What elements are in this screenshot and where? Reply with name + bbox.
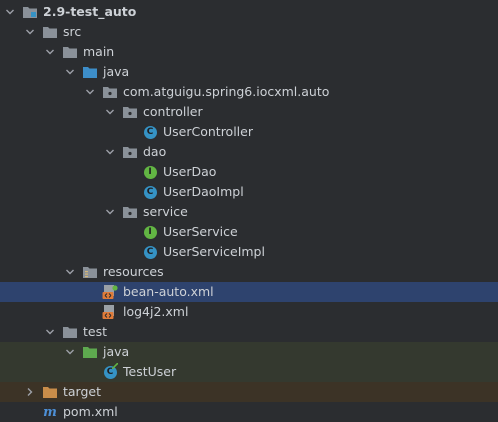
project-tree: 2.9-test_auto src main java com.atguigu.… (0, 0, 498, 420)
log4j2-xml-label: log4j2.xml (123, 304, 189, 319)
resources-label: resources (103, 264, 164, 279)
user-controller-label: UserController (163, 124, 253, 139)
tree-row-main[interactable]: main (0, 42, 498, 62)
tree-row-user-service[interactable]: I UserService (0, 222, 498, 242)
main-label: main (83, 44, 115, 59)
package-icon (122, 204, 138, 220)
tree-row-main-java[interactable]: java (0, 62, 498, 82)
chevron-down-icon[interactable] (64, 266, 76, 278)
tree-row-user-service-impl[interactable]: C UserServiceImpl (0, 242, 498, 262)
chevron-down-icon[interactable] (84, 86, 96, 98)
interface-icon: I (142, 224, 158, 240)
chevron-down-icon[interactable] (24, 26, 36, 38)
module-folder-icon (22, 4, 38, 20)
tree-row-test-java[interactable]: java (0, 342, 498, 362)
maven-icon: m (43, 404, 57, 420)
tree-row-resources[interactable]: resources (0, 262, 498, 282)
test-class-icon: C (102, 363, 118, 380)
chevron-down-icon[interactable] (64, 346, 76, 358)
folder-icon (62, 324, 78, 340)
user-service-label: UserService (163, 224, 238, 239)
test-source-folder-icon (82, 344, 98, 360)
bean-auto-xml-label: bean-auto.xml (123, 284, 214, 299)
chevron-down-icon[interactable] (104, 106, 116, 118)
user-dao-label: UserDao (163, 164, 217, 179)
src-label: src (63, 24, 82, 39)
tree-row-user-dao[interactable]: I UserDao (0, 162, 498, 182)
package-icon (102, 84, 118, 100)
tree-row-dao[interactable]: dao (0, 142, 498, 162)
controller-label: controller (143, 104, 203, 119)
tree-row-controller[interactable]: controller (0, 102, 498, 122)
chevron-down-icon[interactable] (64, 66, 76, 78)
tree-row-user-controller[interactable]: C UserController (0, 122, 498, 142)
chevron-down-icon[interactable] (104, 206, 116, 218)
chevron-right-icon[interactable] (24, 386, 36, 398)
tree-row-log4j2-xml[interactable]: log4j2.xml (0, 302, 498, 322)
tree-row-service[interactable]: service (0, 202, 498, 222)
source-folder-icon (82, 64, 98, 80)
package-label: com.atguigu.spring6.iocxml.auto (123, 84, 330, 99)
project-root-label: 2.9-test_auto (43, 4, 137, 19)
xml-file-icon (102, 304, 118, 320)
tree-row-project-root[interactable]: 2.9-test_auto (0, 2, 498, 22)
tree-row-package[interactable]: com.atguigu.spring6.iocxml.auto (0, 82, 498, 102)
package-icon (122, 144, 138, 160)
user-service-impl-label: UserServiceImpl (163, 244, 265, 259)
tree-row-test[interactable]: test (0, 322, 498, 342)
chevron-down-icon[interactable] (44, 46, 56, 58)
excluded-folder-icon (42, 384, 58, 400)
tree-row-user-dao-impl[interactable]: C UserDaoImpl (0, 182, 498, 202)
tree-row-src[interactable]: src (0, 22, 498, 42)
chevron-down-icon[interactable] (4, 6, 16, 18)
service-label: service (143, 204, 188, 219)
package-icon (122, 104, 138, 120)
spring-xml-file-icon (102, 284, 118, 300)
folder-icon (62, 44, 78, 60)
test-user-label: TestUser (123, 364, 177, 379)
pom-xml-label: pom.xml (63, 404, 118, 419)
class-icon: C (142, 184, 158, 200)
class-icon: C (142, 244, 158, 260)
class-icon: C (142, 124, 158, 140)
resources-folder-icon (82, 264, 98, 280)
interface-icon: I (142, 164, 158, 180)
tree-row-test-user[interactable]: C TestUser (0, 362, 498, 382)
user-dao-impl-label: UserDaoImpl (163, 184, 244, 199)
chevron-down-icon[interactable] (104, 146, 116, 158)
test-label: test (83, 324, 108, 339)
target-label: target (63, 384, 102, 399)
chevron-down-icon[interactable] (44, 326, 56, 338)
dao-label: dao (143, 144, 167, 159)
folder-icon (42, 24, 58, 40)
tree-row-bean-auto-xml[interactable]: bean-auto.xml (0, 282, 498, 302)
test-java-label: java (103, 344, 130, 359)
tree-row-target[interactable]: target (0, 382, 498, 402)
main-java-label: java (103, 64, 130, 79)
tree-row-pom-xml[interactable]: m pom.xml (0, 402, 498, 422)
